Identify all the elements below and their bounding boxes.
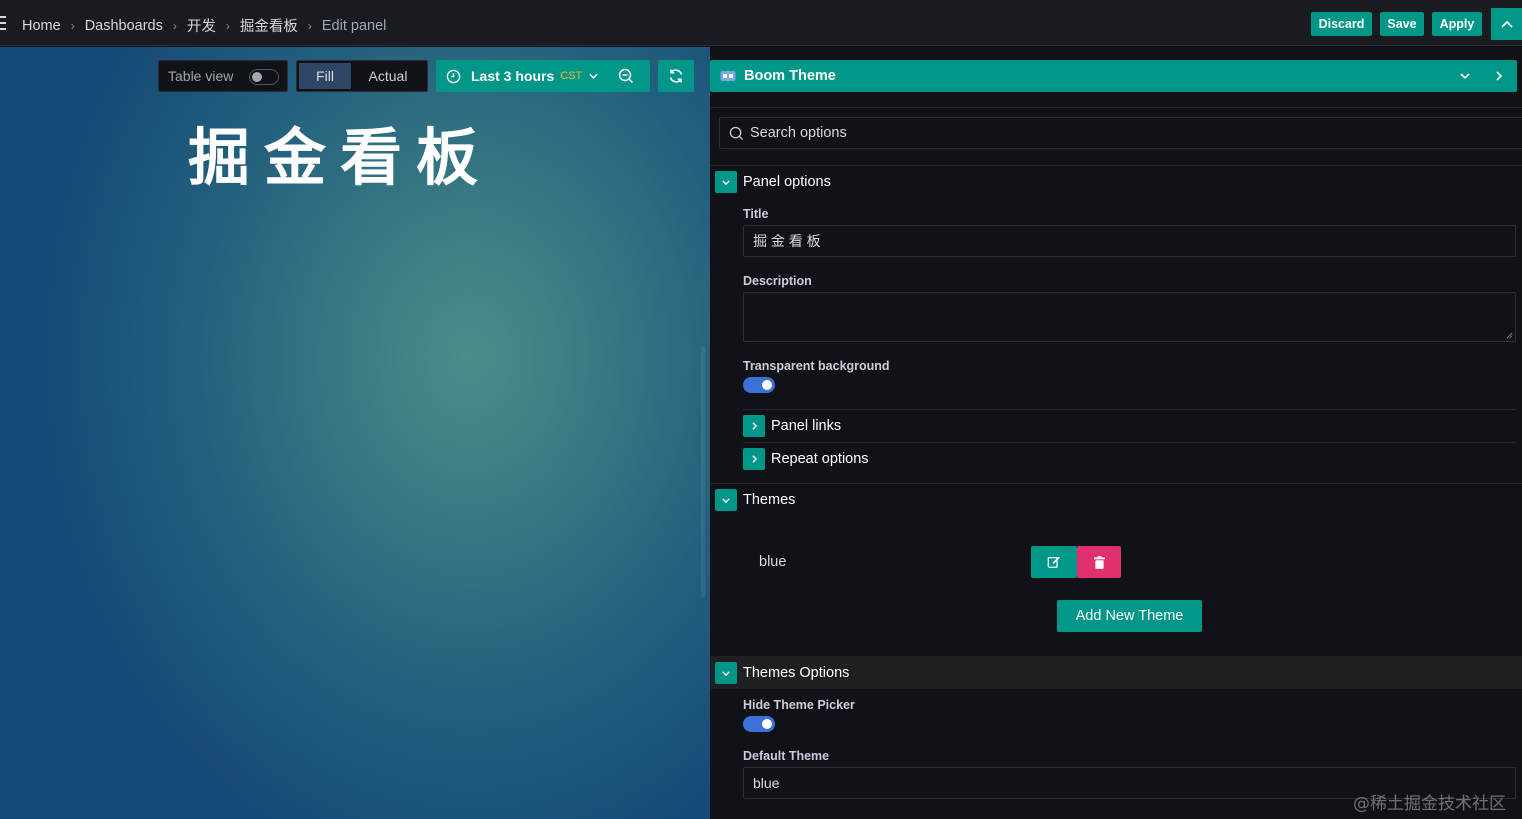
breadcrumb-separator-icon: › bbox=[225, 18, 230, 33]
breadcrumb-dashboard[interactable]: 掘金看板 bbox=[240, 15, 298, 36]
hide-theme-picker-label: Hide Theme Picker bbox=[743, 698, 855, 712]
repeat-options-title: Repeat options bbox=[771, 451, 869, 467]
breadcrumb-separator-icon: › bbox=[172, 18, 177, 33]
apply-button[interactable]: Apply bbox=[1432, 12, 1482, 36]
pane-splitter[interactable] bbox=[701, 347, 705, 597]
default-theme-value: blue bbox=[753, 775, 780, 791]
delete-theme-button[interactable] bbox=[1077, 546, 1121, 578]
divider bbox=[743, 442, 1516, 443]
chevron-down-icon bbox=[715, 489, 737, 511]
table-view-toggle[interactable]: Table view bbox=[158, 60, 288, 92]
panel-options-title: Panel options bbox=[743, 174, 831, 190]
search-placeholder: Search options bbox=[750, 125, 847, 141]
divider bbox=[710, 165, 1522, 166]
search-icon bbox=[729, 126, 744, 141]
add-new-theme-button[interactable]: Add New Theme bbox=[1057, 600, 1202, 632]
chevron-up-icon bbox=[1500, 20, 1513, 28]
breadcrumb-dashboards[interactable]: Dashboards bbox=[85, 18, 163, 34]
default-theme-label: Default Theme bbox=[743, 749, 830, 763]
refresh-icon bbox=[669, 69, 683, 83]
search-options-input[interactable]: Search options bbox=[719, 117, 1522, 149]
breadcrumb-home[interactable]: Home bbox=[22, 18, 61, 34]
trash-icon bbox=[1093, 555, 1105, 569]
chevron-down-icon[interactable] bbox=[1460, 73, 1470, 79]
zoom-out-icon[interactable] bbox=[618, 68, 634, 84]
chevron-down-icon bbox=[715, 171, 737, 193]
description-textarea[interactable] bbox=[743, 292, 1516, 342]
save-button[interactable]: Save bbox=[1380, 12, 1424, 36]
description-label: Description bbox=[743, 274, 812, 288]
breadcrumb-folder[interactable]: 开发 bbox=[187, 15, 216, 36]
time-range-picker[interactable]: Last 3 hours CST bbox=[436, 60, 650, 92]
panel-links-title: Panel links bbox=[771, 418, 842, 434]
watermark: @稀土掘金技术社区 bbox=[1353, 794, 1506, 814]
panel-preview: Table view Fill Actual Last 3 hours CST … bbox=[0, 47, 710, 819]
breadcrumb-separator-icon: › bbox=[307, 18, 312, 33]
panel-title: 掘金看板 bbox=[188, 121, 493, 194]
themes-options-header[interactable]: Themes Options bbox=[715, 662, 849, 684]
repeat-options-header[interactable]: Repeat options bbox=[743, 448, 869, 470]
divider bbox=[710, 483, 1522, 484]
themes-header[interactable]: Themes bbox=[715, 489, 795, 511]
edit-theme-button[interactable] bbox=[1031, 546, 1077, 578]
chevron-down-icon bbox=[715, 662, 737, 684]
panel-links-header[interactable]: Panel links bbox=[743, 415, 841, 437]
chevron-right-icon bbox=[743, 448, 765, 470]
visualization-picker[interactable]: Boom Theme bbox=[710, 60, 1517, 92]
transparent-background-switch[interactable] bbox=[743, 377, 775, 393]
panel-options-header[interactable]: Panel options bbox=[715, 171, 831, 193]
title-label: Title bbox=[743, 207, 769, 221]
themes-title: Themes bbox=[743, 492, 796, 508]
clock-icon bbox=[446, 69, 461, 83]
options-pane: Boom Theme Search options Panel options … bbox=[710, 47, 1522, 819]
title-value: 掘 金 看 板 bbox=[753, 233, 821, 249]
theme-name: blue bbox=[759, 554, 787, 570]
plugin-logo-icon bbox=[720, 71, 736, 81]
breadcrumb-separator-icon: › bbox=[70, 18, 75, 33]
title-input[interactable]: 掘 金 看 板 bbox=[743, 225, 1516, 257]
hide-theme-picker-switch[interactable] bbox=[743, 716, 775, 732]
menu-icon[interactable] bbox=[0, 16, 6, 30]
themes-options-title: Themes Options bbox=[743, 665, 850, 681]
collapse-toolbar-button[interactable] bbox=[1491, 8, 1522, 40]
chevron-right-icon[interactable] bbox=[1496, 71, 1502, 81]
top-navbar: Home › Dashboards › 开发 › 掘金看板 › Edit pan… bbox=[0, 0, 1522, 46]
discard-button[interactable]: Discard bbox=[1311, 12, 1372, 36]
resize-handle-icon[interactable] bbox=[1506, 332, 1513, 339]
edit-icon bbox=[1047, 556, 1060, 568]
fill-option[interactable]: Fill bbox=[299, 63, 351, 89]
visualization-name: Boom Theme bbox=[744, 68, 836, 84]
divider bbox=[710, 107, 1522, 108]
transparent-background-label: Transparent background bbox=[743, 359, 890, 373]
time-range-label: Last 3 hours bbox=[471, 68, 555, 84]
table-view-label: Table view bbox=[168, 68, 234, 84]
breadcrumb: Home › Dashboards › 开发 › 掘金看板 › Edit pan… bbox=[22, 15, 386, 36]
divider bbox=[743, 409, 1516, 410]
chevron-down-icon bbox=[589, 73, 598, 79]
actual-option[interactable]: Actual bbox=[351, 63, 425, 89]
table-view-switch[interactable] bbox=[249, 69, 279, 85]
chevron-right-icon bbox=[743, 415, 765, 437]
timezone-label: CST bbox=[560, 70, 583, 82]
refresh-button[interactable] bbox=[658, 60, 694, 92]
breadcrumb-current: Edit panel bbox=[321, 17, 387, 34]
fill-actual-radio-group: Fill Actual bbox=[296, 60, 428, 92]
